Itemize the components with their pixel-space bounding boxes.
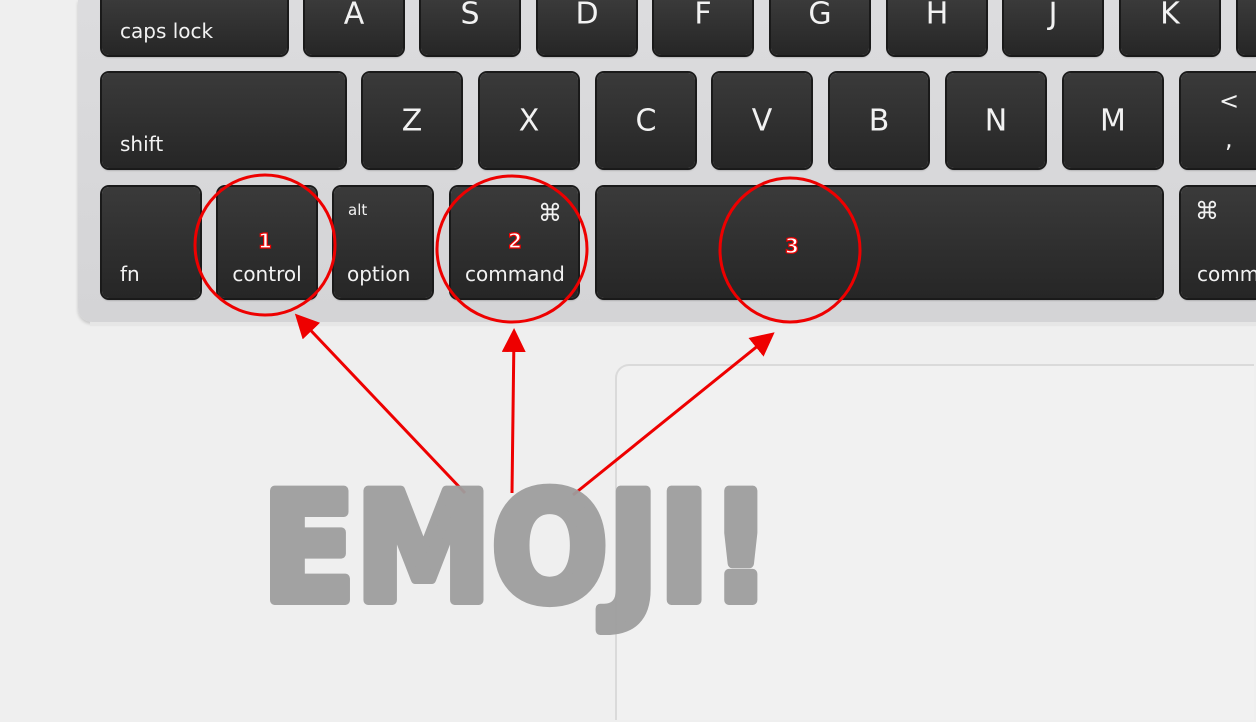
handwritten-emoji-text: EMOJI! xyxy=(262,462,772,636)
marker-3: 3 xyxy=(785,234,799,258)
marker-2: 2 xyxy=(508,229,522,253)
annotation-layer: 1 2 3 EMOJI! xyxy=(193,173,862,641)
marker-1: 1 xyxy=(258,229,272,253)
